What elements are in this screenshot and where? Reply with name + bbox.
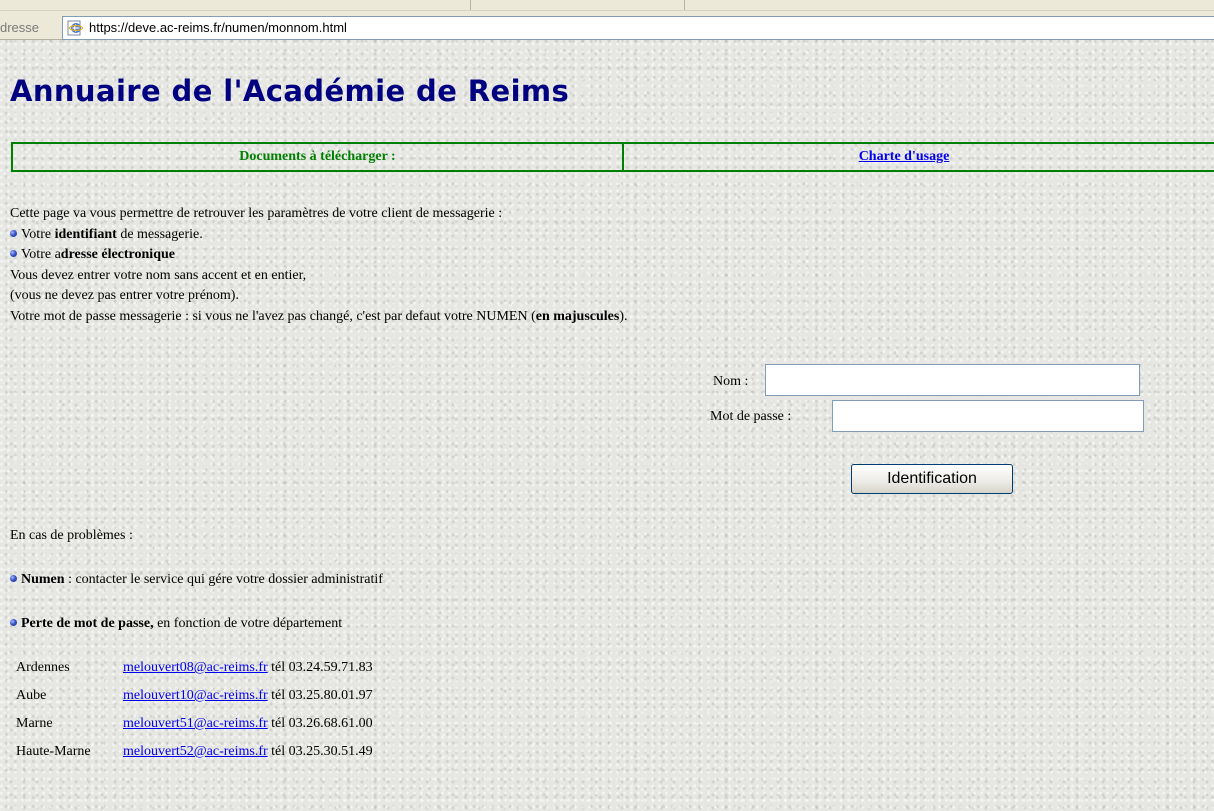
page-title: Annuaire de l'Académie de Reims (10, 74, 570, 108)
problems-section: En cas de problèmes : Numen : contacter … (10, 528, 383, 632)
nom-input[interactable] (765, 364, 1140, 396)
browser-address-bar: dresse https://deve.ac-reims.fr/numen/mo… (0, 0, 1214, 40)
intro-line-password: Votre mot de passe messagerie : si vous … (10, 308, 628, 324)
intro-line: Vous devez entrer votre nom sans accent … (10, 267, 307, 283)
bullet-icon (10, 619, 17, 626)
phone-number: tél 03.25.30.51.49 (267, 744, 373, 759)
phone-number: tél 03.25.80.01.97 (267, 688, 373, 703)
contact-cell: melouvert08@ac-reims.fr tél 03.24.59.71.… (123, 654, 376, 682)
password-input[interactable] (832, 400, 1144, 432)
contact-cell: melouvert52@ac-reims.fr tél 03.25.30.51.… (123, 738, 376, 766)
charte-usage-link[interactable]: Charte d'usage (859, 149, 950, 165)
charte-cell: Charte d'usage (624, 144, 1214, 170)
intro-item-adresse: Votre adresse électronique (10, 245, 628, 266)
identification-button[interactable]: Identification (851, 464, 1013, 494)
bullet-icon (10, 575, 17, 582)
contact-cell: melouvert51@ac-reims.fr tél 03.26.68.61.… (123, 710, 376, 738)
email-link[interactable]: melouvert10@ac-reims.fr (123, 688, 268, 703)
intro-item-identifiant: Votre identifiant de messagerie. (10, 225, 628, 246)
email-link[interactable]: melouvert52@ac-reims.fr (123, 744, 268, 759)
nom-label: Nom : (713, 374, 749, 389)
ie-page-icon (67, 20, 83, 36)
contacts-table: Ardennes melouvert08@ac-reims.fr tél 03.… (16, 654, 376, 766)
numen-item: Numen : contacter le service qui gére vo… (10, 572, 383, 588)
documents-label: Documents à télécharger : (13, 144, 624, 170)
phone-number: tél 03.26.68.61.00 (267, 716, 373, 731)
bullet-icon (10, 229, 17, 237)
intro-line: Cette page va vous permettre de retrouve… (10, 206, 503, 221)
table-row: Marne melouvert51@ac-reims.fr tél 03.26.… (16, 710, 376, 738)
department-name: Ardennes (16, 660, 70, 675)
email-link[interactable]: melouvert51@ac-reims.fr (123, 716, 268, 731)
address-field[interactable]: https://deve.ac-reims.fr/numen/monnom.ht… (62, 16, 1214, 40)
table-row: Aube melouvert10@ac-reims.fr tél 03.25.8… (16, 682, 376, 710)
toolbar-separator (470, 0, 471, 10)
table-row: Ardennes melouvert08@ac-reims.fr tél 03.… (16, 654, 376, 682)
documents-table: Documents à télécharger : Charte d'usage (11, 142, 1214, 172)
password-label: Mot de passe : (710, 409, 792, 424)
email-link[interactable]: melouvert08@ac-reims.fr (123, 660, 268, 675)
bullet-icon (10, 250, 17, 257)
department-name: Aube (16, 688, 47, 703)
lost-password-item: Perte de mot de passe, en fonction de vo… (10, 616, 383, 632)
toolbar-separator (684, 0, 685, 10)
intro-line: (vous ne devez pas entrer votre prénom). (10, 288, 239, 303)
phone-number: tél 03.24.59.71.83 (267, 660, 373, 675)
nom-label-wrap: Nom : (713, 374, 748, 390)
problems-heading: En cas de problèmes : (10, 528, 133, 543)
department-name: Marne (16, 716, 53, 731)
toolbar-strip (0, 0, 1214, 11)
address-url[interactable]: https://deve.ac-reims.fr/numen/monnom.ht… (89, 20, 347, 35)
address-label: dresse (0, 20, 40, 35)
password-label-wrap: Mot de passe : (710, 409, 791, 425)
table-row: Haute-Marne melouvert52@ac-reims.fr tél … (16, 738, 376, 766)
department-name: Haute-Marne (16, 744, 91, 759)
intro-text: Cette page va vous permettre de retrouve… (10, 204, 628, 327)
contact-cell: melouvert10@ac-reims.fr tél 03.25.80.01.… (123, 682, 376, 710)
